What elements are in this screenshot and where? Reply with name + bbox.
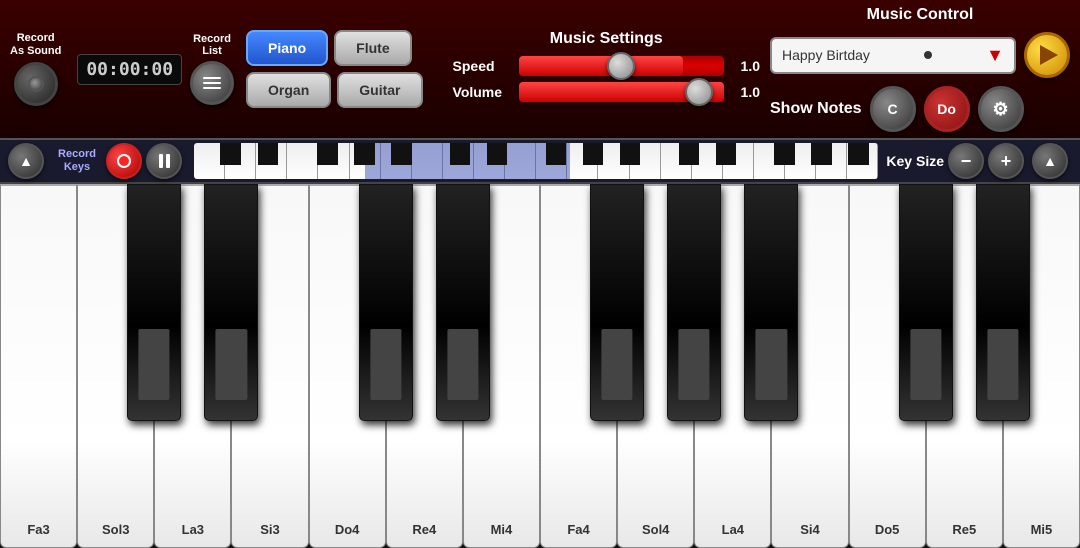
- black-key[interactable]: [359, 184, 413, 421]
- mini-black-key: [258, 143, 279, 165]
- song-row: Happy Birtday ▼: [770, 32, 1070, 78]
- mini-black-key: [716, 143, 737, 165]
- piano-area: Fa3 Sol3 La3 Si3 Do4 Re4 Mi4 Fa4 Sol4 La4 Si4 Do5 Re…: [0, 184, 1080, 548]
- white-key-label-la3: La3: [182, 522, 204, 537]
- dropdown-arrow-icon: ▼: [986, 45, 1004, 66]
- mini-black-key: [450, 143, 471, 165]
- black-key[interactable]: [976, 184, 1030, 421]
- mini-black-key: [848, 143, 869, 165]
- record-list-label: Record List: [193, 33, 231, 57]
- mini-black-key: [811, 143, 832, 165]
- speed-row: Speed 1.0: [453, 56, 760, 76]
- instrument-buttons: Piano Flute Organ Guitar: [246, 30, 422, 108]
- scroll-up-button[interactable]: ▲: [8, 143, 44, 179]
- note-settings-button[interactable]: ⚙: [978, 86, 1024, 132]
- play-icon: [1040, 45, 1058, 65]
- piano-mini-display: [194, 143, 878, 179]
- mini-black-key: [487, 143, 508, 165]
- white-key-label-mi5: Mi5: [1031, 522, 1053, 537]
- white-key-label-fa3: Fa3: [27, 522, 49, 537]
- black-key[interactable]: [127, 184, 181, 421]
- show-notes-row: Show Notes C Do ⚙: [770, 86, 1024, 132]
- pause-button[interactable]: [146, 143, 182, 179]
- song-select[interactable]: Happy Birtday ▼: [770, 37, 1016, 74]
- white-key-label-sol3: Sol3: [102, 522, 129, 537]
- black-key[interactable]: [744, 184, 798, 421]
- record-as-sound-knob-inner: [28, 76, 44, 92]
- volume-label: Volume: [453, 84, 513, 100]
- white-key-label-la4: La4: [722, 522, 744, 537]
- white-key-label-re4: Re4: [412, 522, 436, 537]
- white-key-label-si3: Si3: [260, 522, 280, 537]
- top-bar: Record As Sound 00:00:00 Record List Pia…: [0, 0, 1080, 140]
- white-key-label-fa4: Fa4: [567, 522, 589, 537]
- volume-value: 1.0: [730, 84, 760, 100]
- black-key[interactable]: [204, 184, 258, 421]
- record-button[interactable]: [106, 143, 142, 179]
- white-key-label-do5: Do5: [875, 522, 900, 537]
- music-settings-title: Music Settings: [550, 30, 663, 48]
- note-c-button[interactable]: C: [870, 86, 916, 132]
- white-key-label-mi4: Mi4: [491, 522, 513, 537]
- black-key[interactable]: [667, 184, 721, 421]
- record-as-sound-section: Record As Sound: [10, 32, 61, 106]
- mini-black-key: [583, 143, 604, 165]
- mini-black-key: [317, 143, 338, 165]
- record-keys-label: Record Keys: [52, 148, 102, 174]
- mini-black-key: [220, 143, 241, 165]
- music-settings-panel: Music Settings Speed 1.0 Volume 1.0: [443, 30, 770, 108]
- black-key[interactable]: [590, 184, 644, 421]
- show-notes-label: Show Notes: [770, 100, 862, 118]
- guitar-button[interactable]: Guitar: [337, 72, 422, 108]
- key-size-minus-button[interactable]: −: [948, 143, 984, 179]
- volume-row: Volume 1.0: [453, 82, 760, 102]
- key-size-plus-button[interactable]: +: [988, 143, 1024, 179]
- pause-icon: [159, 154, 170, 168]
- mini-black-key: [774, 143, 795, 165]
- mini-black-key: [354, 143, 375, 165]
- speed-value: 1.0: [730, 58, 760, 74]
- mini-black-key: [679, 143, 700, 165]
- volume-slider[interactable]: [519, 82, 724, 102]
- piano-button[interactable]: Piano: [246, 30, 328, 66]
- organ-button[interactable]: Organ: [246, 72, 331, 108]
- music-control-title: Music Control: [770, 6, 1070, 24]
- timer-display: 00:00:00: [77, 54, 182, 85]
- piano-keyboard: Fa3 Sol3 La3 Si3 Do4 Re4 Mi4 Fa4 Sol4 La4 Si4 Do5 Re…: [0, 184, 1080, 548]
- record-dot-icon: [117, 154, 131, 168]
- list-icon: [203, 77, 221, 89]
- mini-black-key: [546, 143, 567, 165]
- mini-black-key: [391, 143, 412, 165]
- black-key[interactable]: [436, 184, 490, 421]
- record-as-sound-label: Record As Sound: [10, 32, 61, 58]
- white-key-label-si4: Si4: [800, 522, 820, 537]
- play-button[interactable]: [1024, 32, 1070, 78]
- song-dot: [924, 51, 932, 59]
- speed-slider[interactable]: [519, 56, 724, 76]
- key-size-label: Key Size: [886, 153, 944, 169]
- song-name: Happy Birtday: [782, 47, 870, 63]
- mini-black-key: [620, 143, 641, 165]
- record-list-button[interactable]: [190, 61, 234, 105]
- record-as-sound-knob[interactable]: [14, 62, 58, 106]
- white-key-fa3[interactable]: Fa3: [0, 184, 77, 548]
- record-list-section: Record List: [190, 33, 234, 105]
- white-key-label-re5: Re5: [952, 522, 976, 537]
- white-key-label-do4: Do4: [335, 522, 360, 537]
- flute-button[interactable]: Flute: [334, 30, 411, 66]
- controls-bar: ▲ Record Keys: [0, 140, 1080, 184]
- white-key-label-sol4: Sol4: [642, 522, 669, 537]
- speed-label: Speed: [453, 58, 513, 74]
- black-key[interactable]: [899, 184, 953, 421]
- note-do-button[interactable]: Do: [924, 86, 970, 132]
- music-control-panel: Music Control Happy Birtday ▼ Show Notes…: [770, 6, 1070, 132]
- scroll-right-button[interactable]: ▲: [1032, 143, 1068, 179]
